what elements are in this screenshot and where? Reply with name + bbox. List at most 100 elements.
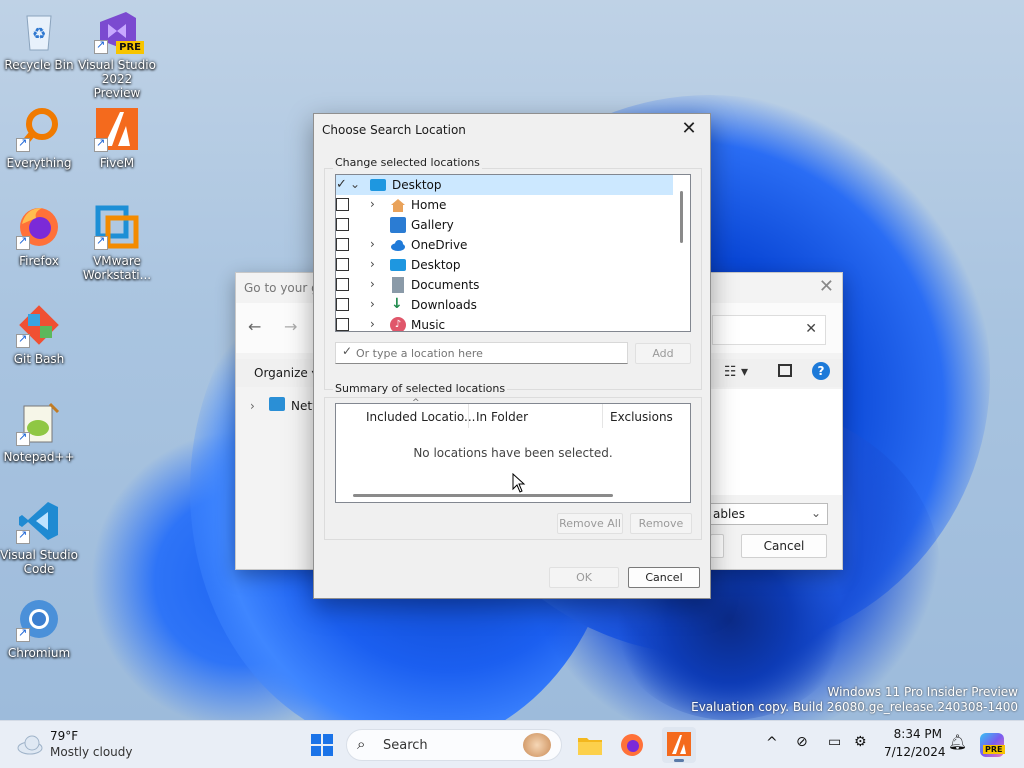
tree-item-home[interactable]: › Home xyxy=(336,195,673,215)
magnifier-icon xyxy=(16,106,62,152)
vertical-scrollbar[interactable] xyxy=(673,175,690,331)
visual-studio-icon: PRE xyxy=(94,8,144,54)
tree-item-label: OneDrive xyxy=(411,238,468,252)
close-icon[interactable]: ✕ xyxy=(819,276,834,297)
chevron-right-icon[interactable]: › xyxy=(370,277,375,291)
checkbox[interactable] xyxy=(336,198,349,211)
tree-item-desktop-root[interactable]: ✓ ⌄ Desktop xyxy=(336,175,673,195)
location-tree[interactable]: ✓ ⌄ Desktop › Home Gallery › OneDrive › … xyxy=(335,174,691,332)
network-offline-icon[interactable]: ⊘ xyxy=(796,734,808,750)
column-header[interactable]: Exclusions xyxy=(610,410,673,424)
chevron-right-icon[interactable]: › xyxy=(370,237,375,251)
column-divider xyxy=(602,404,603,428)
checkbox[interactable] xyxy=(336,238,349,251)
tree-item-downloads[interactable]: › ↓ Downloads xyxy=(336,295,673,315)
preview-pane-icon[interactable] xyxy=(778,364,792,377)
fivem-taskbar-button[interactable] xyxy=(662,727,696,763)
document-icon xyxy=(392,277,404,293)
desktop-icon-label: Everything xyxy=(6,156,72,170)
checkbox[interactable] xyxy=(336,258,349,271)
column-header[interactable]: Included Locatio... xyxy=(366,410,476,424)
tree-item-documents[interactable]: › Documents xyxy=(336,275,673,295)
remove-button[interactable]: Remove xyxy=(630,513,692,534)
desktop-icon-everything[interactable]: Everything xyxy=(0,106,78,170)
file-explorer-button[interactable] xyxy=(576,731,604,759)
chevron-right-icon[interactable]: › xyxy=(370,297,375,311)
address-text[interactable]: Go to your g xyxy=(244,281,319,295)
chevron-right-icon[interactable]: › xyxy=(370,257,375,271)
checkbox[interactable] xyxy=(336,298,349,311)
desktop-icon-git-bash[interactable]: Git Bash xyxy=(0,302,78,366)
desktop-icon-notepad-plus-plus[interactable]: Notepad++ xyxy=(0,400,78,464)
partial-button[interactable] xyxy=(710,534,724,558)
checkbox[interactable] xyxy=(336,318,349,331)
firefox-icon xyxy=(16,204,62,250)
desktop-icon-firefox[interactable]: Firefox xyxy=(0,204,78,268)
search-label: Search xyxy=(383,738,428,753)
location-input[interactable] xyxy=(335,342,628,364)
chevron-right-icon[interactable]: › xyxy=(370,197,375,211)
start-button[interactable] xyxy=(308,731,336,759)
column-divider xyxy=(468,404,469,428)
desktop-icon-vmware[interactable]: VMware Workstati... xyxy=(78,204,156,282)
weather-widget[interactable]: 79°F Mostly cloudy xyxy=(14,729,194,761)
file-type-filter[interactable]: ables ⌄ xyxy=(710,503,828,525)
checkbox[interactable] xyxy=(336,278,349,291)
accessibility-icon[interactable]: ⚙ xyxy=(854,734,867,750)
copilot-icon[interactable]: PRE xyxy=(980,733,1005,757)
music-icon: ♪ xyxy=(390,317,406,331)
organize-button[interactable]: Organize ▾ xyxy=(254,366,318,380)
shortcut-arrow-icon xyxy=(16,528,30,544)
taskbar-search-box[interactable]: ⌕ Search xyxy=(346,729,562,761)
shortcut-arrow-icon xyxy=(16,234,30,250)
cancel-button[interactable]: Cancel xyxy=(741,534,827,558)
chevron-right-icon[interactable]: › xyxy=(370,317,375,331)
help-icon[interactable]: ? xyxy=(812,362,830,380)
search-box[interactable]: ✕ xyxy=(712,315,826,345)
clock-time[interactable]: 8:34 PM xyxy=(884,727,942,741)
scrollbar-thumb[interactable] xyxy=(680,191,683,243)
forward-arrow-icon[interactable]: → xyxy=(284,317,297,336)
tree-item-onedrive[interactable]: › OneDrive xyxy=(336,235,673,255)
shortcut-arrow-icon xyxy=(94,38,108,54)
chevron-down-icon[interactable]: ⌄ xyxy=(350,177,360,191)
display-icon[interactable]: ▭ xyxy=(828,734,841,750)
remove-all-button[interactable]: Remove All xyxy=(557,513,623,534)
tree-item-gallery[interactable]: Gallery xyxy=(336,215,673,235)
desktop-icon-label: Visual Studio 2022 Preview xyxy=(78,58,156,100)
tree-item-desktop[interactable]: › Desktop xyxy=(336,255,673,275)
os-watermark: Windows 11 Pro Insider Preview Evaluatio… xyxy=(691,685,1018,715)
chevron-right-icon[interactable]: › xyxy=(250,399,255,413)
firefox-taskbar-button[interactable] xyxy=(618,731,646,759)
horizontal-scrollbar[interactable] xyxy=(353,494,613,497)
column-header[interactable]: In Folder xyxy=(476,410,528,424)
mouse-cursor-icon xyxy=(512,473,526,493)
gallery-icon xyxy=(390,217,406,233)
desktop-icon-chromium[interactable]: Chromium xyxy=(0,596,78,660)
git-icon xyxy=(16,302,62,348)
tree-item-music[interactable]: › ♪ Music xyxy=(336,315,673,331)
desktop-icon-vscode[interactable]: Visual Studio Code xyxy=(0,498,78,576)
checkbox[interactable] xyxy=(336,218,349,231)
view-options-icon[interactable]: ☷ ▾ xyxy=(724,364,748,380)
checkmark-icon: ✓ xyxy=(342,344,353,358)
shortcut-arrow-icon xyxy=(16,332,30,348)
clear-icon[interactable]: ✕ xyxy=(805,321,817,337)
cancel-button[interactable]: Cancel xyxy=(628,567,700,588)
shortcut-arrow-icon xyxy=(94,234,108,250)
desktop-icon-visual-studio-2022[interactable]: PRE Visual Studio 2022 Preview xyxy=(78,8,156,100)
close-icon[interactable]: ✕ xyxy=(676,118,702,140)
desktop-icon-recycle-bin[interactable]: ♻ Recycle Bin xyxy=(0,8,78,72)
ok-button[interactable]: OK xyxy=(549,567,619,588)
empty-message: No locations have been selected. xyxy=(413,446,613,460)
back-arrow-icon[interactable]: ← xyxy=(248,317,261,336)
chevron-up-icon[interactable]: ^ xyxy=(766,735,778,751)
tree-item-label: Desktop xyxy=(392,178,442,192)
notification-bell-icon[interactable]: 🔔︎ xyxy=(948,733,967,751)
weather-temperature: 79°F xyxy=(50,729,79,743)
checkmark-icon[interactable]: ✓ xyxy=(336,178,349,191)
clock-date[interactable]: 7/12/2024 xyxy=(884,745,946,759)
add-button[interactable]: Add xyxy=(635,343,691,364)
preview-badge: PRE xyxy=(116,41,144,54)
desktop-icon-fivem[interactable]: FiveM xyxy=(78,106,156,170)
